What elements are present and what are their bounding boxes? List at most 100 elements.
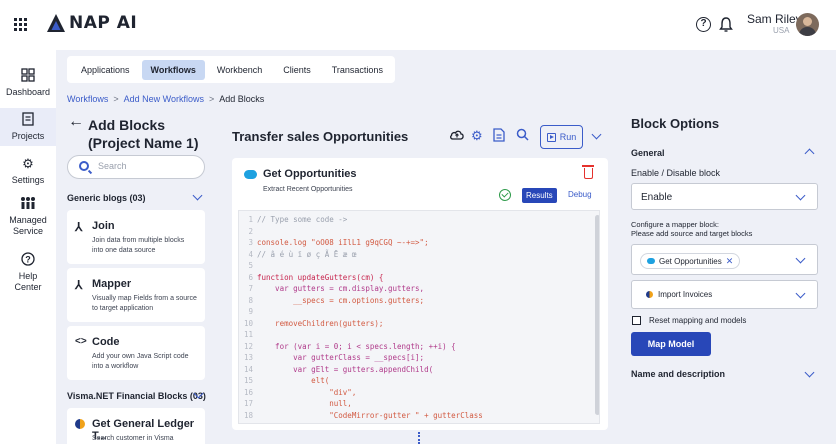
bell-icon[interactable] — [719, 16, 733, 34]
breadcrumb-workflows[interactable]: Workflows — [67, 94, 108, 104]
code-editor[interactable]: 1 // Type some code -> 2 3 console.log "oO08… — [238, 210, 600, 424]
general-section-label[interactable]: General — [631, 148, 665, 158]
enable-select[interactable]: Enable — [631, 183, 818, 210]
results-button[interactable]: Results — [522, 188, 557, 203]
code-text: null, — [257, 399, 352, 408]
back-arrow-icon[interactable]: ← — [68, 113, 84, 131]
visma-blocks-section[interactable]: Visma.NET Financial Blocks (03) — [67, 391, 206, 401]
breadcrumb-add-new-workflows[interactable]: Add New Workflows — [124, 94, 204, 104]
code-line[interactable]: 9 — [239, 306, 257, 317]
add-blocks-title: Add Blocks (Project Name 1) — [88, 117, 199, 151]
tab-applications[interactable]: Applications — [72, 60, 139, 80]
app-launcher-icon[interactable] — [14, 18, 28, 32]
code-line[interactable]: 6 function updateGutters(cm) { — [239, 272, 383, 283]
nav-settings[interactable]: ⚙ Settings — [0, 156, 56, 185]
workflow-title: Transfer sales Opportunities — [232, 129, 409, 144]
source-chip-label: Get Opportunities — [659, 256, 722, 266]
code-line[interactable]: 14 var gElt = gutters.appendChild( — [239, 364, 433, 375]
brand-name: NAP AI — [69, 13, 138, 33]
code-line[interactable]: 12 for (var i = 0; i < specs.length; ++i… — [239, 341, 456, 352]
document-icon[interactable] — [493, 128, 505, 145]
nav-dashboard[interactable]: Dashboard — [0, 68, 56, 97]
workflow-block-card[interactable]: Get Opportunities Extract Recent Opportu… — [232, 158, 608, 430]
reset-mapping-checkbox[interactable] — [632, 316, 641, 325]
chevron-down-icon[interactable] — [192, 190, 203, 201]
code-line[interactable]: 17 null, — [239, 398, 352, 409]
code-line[interactable]: 4 // â é ù ï ø ç Ã Ē æ œ — [239, 249, 356, 260]
source-block-select[interactable]: Get Opportunities ✕ — [631, 244, 818, 275]
code-line[interactable]: 16 "div", — [239, 387, 356, 398]
line-number: 4 — [248, 249, 253, 259]
line-number: 3 — [248, 238, 253, 247]
code-text: var gutters = cm.display.gutters, — [257, 284, 425, 293]
chevron-down-icon — [795, 190, 806, 201]
tab-workbench[interactable]: Workbench — [208, 60, 271, 80]
code-line[interactable]: 1 // Type some code -> — [239, 214, 347, 225]
code-scrollbar[interactable] — [595, 215, 599, 415]
settings-gear-icon[interactable]: ⚙ — [471, 128, 483, 144]
help-circle-icon[interactable]: ? — [696, 17, 711, 32]
code-line[interactable]: 13 var gutterClass = __specs[i]; — [239, 352, 424, 363]
map-model-button[interactable]: Map Model — [631, 332, 711, 356]
main-tabs: Applications Workflows Workbench Clients… — [67, 56, 395, 83]
block-card-join[interactable]: ⅄ Join Join data from multiple blocks in… — [67, 210, 205, 264]
line-number: 17 — [243, 399, 253, 408]
avatar[interactable] — [796, 13, 819, 36]
code-line[interactable]: 15 elt( — [239, 375, 329, 386]
nav-managed-service[interactable]: Managed Service — [0, 196, 56, 237]
remove-chip-icon[interactable]: ✕ — [726, 256, 734, 267]
code-line[interactable]: 18 "CodeMirror-gutter " + gutterClass — [239, 410, 483, 421]
mapper-note-line-1: Configure a mapper block: — [631, 220, 719, 229]
code-line[interactable]: 5 — [239, 260, 257, 271]
salesforce-icon — [244, 170, 257, 179]
line-number: 2 — [248, 226, 253, 236]
tab-transactions[interactable]: Transactions — [323, 60, 392, 80]
code-text: // Type some code -> — [257, 215, 348, 224]
code-line[interactable]: 10 removeChildren(gutters); — [239, 318, 383, 329]
delete-icon[interactable] — [582, 165, 594, 179]
debug-button[interactable]: Debug — [568, 190, 592, 199]
source-block-chip[interactable]: Get Opportunities ✕ — [640, 253, 741, 269]
generic-blocks-section[interactable]: Generic blogs (03) — [67, 193, 146, 203]
enable-disable-label: Enable / Disable block — [631, 168, 721, 178]
logo[interactable]: NAP AI — [46, 13, 137, 33]
block-card-description: Search customer in Visma — [92, 435, 174, 442]
block-connector — [418, 432, 420, 444]
cloud-upload-icon[interactable] — [449, 128, 465, 145]
user-country: USA — [773, 26, 790, 35]
line-number: 8 — [248, 295, 253, 305]
block-card-visma[interactable]: Get General Ledger T... Search customer … — [67, 408, 205, 444]
block-card-title: Join — [92, 220, 115, 232]
block-options-title: Block Options — [631, 116, 720, 131]
target-block-select[interactable]: Import Invoices — [631, 280, 818, 309]
block-card-description: Add your own Java Script code into a wor… — [92, 353, 189, 370]
line-number: 5 — [248, 261, 253, 270]
search-icon[interactable] — [516, 128, 529, 144]
block-search[interactable] — [67, 155, 205, 179]
line-number: 6 — [248, 272, 253, 282]
block-card-code[interactable]: <> Code Add your own Java Script code in… — [67, 326, 205, 380]
search-input[interactable] — [98, 161, 198, 171]
run-options-chevron-icon[interactable] — [591, 129, 602, 140]
code-text: console.log "oO08 iIlL1 g9qCGQ ~-+=>"; — [257, 238, 429, 247]
code-line[interactable]: 2 — [239, 226, 257, 237]
nav-projects-label: Projects — [11, 131, 45, 141]
tab-clients[interactable]: Clients — [274, 60, 320, 80]
code-line[interactable]: 11 — [239, 329, 257, 340]
line-number: 1 — [248, 215, 253, 224]
code-text: "CodeMirror-gutter " + gutterClass — [257, 410, 483, 420]
run-button[interactable]: Run — [540, 125, 583, 149]
nav-help-center[interactable]: ? Help Center — [0, 252, 56, 293]
code-line[interactable]: 8 __specs = cm.options.gutters; — [239, 295, 424, 306]
block-card-title: Mapper — [92, 278, 132, 290]
nav-projects[interactable]: Projects — [0, 108, 56, 146]
code-line[interactable]: 7 var gutters = cm.display.gutters, — [239, 283, 424, 294]
name-description-section[interactable]: Name and description — [631, 369, 725, 379]
user-name[interactable]: Sam Riley — [747, 12, 802, 26]
code-text: removeChildren(gutters); — [257, 318, 384, 328]
line-number: 13 — [243, 353, 253, 362]
tab-workflows[interactable]: Workflows — [141, 59, 205, 80]
block-card-mapper[interactable]: ⅄ Mapper Visually map Fields from a sour… — [67, 268, 205, 322]
line-number: 11 — [243, 330, 253, 339]
code-line[interactable]: 3 console.log "oO08 iIlL1 g9qCGQ ~-+=>"; — [239, 237, 429, 248]
